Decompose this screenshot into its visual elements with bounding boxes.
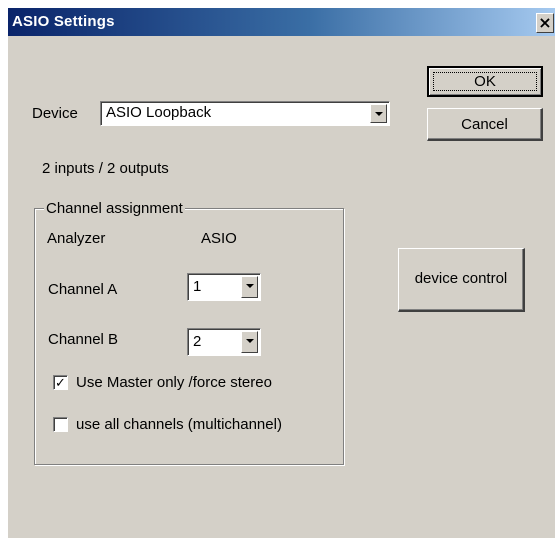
close-button[interactable]: × <box>536 13 554 33</box>
close-icon: × <box>538 13 552 32</box>
channel-a-label: Channel A <box>48 281 118 298</box>
device-select[interactable]: ASIO Loopback <box>100 101 390 126</box>
cancel-button[interactable]: Cancel <box>427 108 543 141</box>
checkmark-icon: ✓ <box>55 375 66 390</box>
device-control-button[interactable]: device control <box>398 248 525 312</box>
use-all-channels-checkbox[interactable] <box>53 417 68 432</box>
ok-button-label: OK <box>474 73 496 90</box>
channel-b-select[interactable]: 2 <box>187 328 261 356</box>
asio-column-header: ASIO <box>201 230 237 247</box>
channel-assignment-legend: Channel assignment <box>44 200 185 217</box>
window-title: ASIO Settings <box>12 13 115 30</box>
device-control-label: device control <box>414 270 508 287</box>
chevron-down-icon[interactable] <box>241 276 258 298</box>
title-bar[interactable]: ASIO Settings × <box>8 8 555 36</box>
asio-settings-dialog: ASIO Settings × Device ASIO Loopback 2 i… <box>8 8 555 538</box>
use-master-label: Use Master only /force stereo <box>76 374 272 391</box>
cancel-button-label: Cancel <box>461 116 508 133</box>
ok-button[interactable]: OK <box>427 66 543 97</box>
analyzer-column-header: Analyzer <box>47 230 106 247</box>
use-master-checkbox[interactable]: ✓ <box>53 375 68 390</box>
chevron-down-icon[interactable] <box>241 331 258 353</box>
channel-a-value: 1 <box>193 278 202 295</box>
channel-a-select[interactable]: 1 <box>187 273 261 301</box>
device-selected-value: ASIO Loopback <box>106 104 212 121</box>
device-label: Device <box>32 105 78 122</box>
chevron-down-icon[interactable] <box>370 104 387 123</box>
io-info-text: 2 inputs / 2 outputs <box>42 160 169 177</box>
channel-b-label: Channel B <box>48 331 119 348</box>
channel-b-value: 2 <box>193 333 202 350</box>
use-all-channels-label: use all channels (multichannel) <box>76 416 282 433</box>
